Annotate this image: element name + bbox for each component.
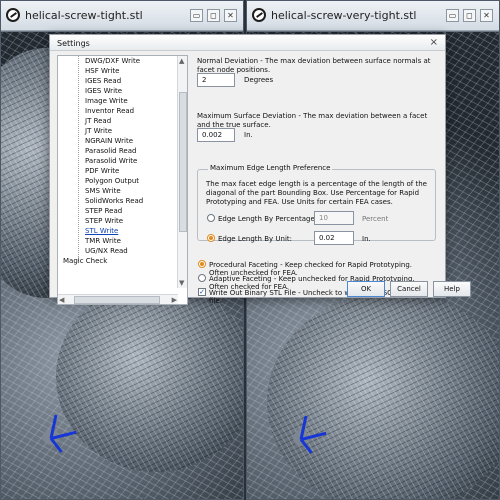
edge-length-description: The max facet edge length is a percentag…: [206, 180, 427, 206]
ok-button[interactable]: OK: [347, 281, 385, 297]
scroll-down-icon[interactable]: ▼: [179, 279, 184, 287]
edge-length-unit-unit: In.: [362, 235, 371, 243]
tree-item-pdf-write[interactable]: PDF Write: [85, 166, 119, 176]
tree-horizontal-scroll-thumb[interactable]: [74, 296, 160, 304]
edge-length-percentage-radio[interactable]: [207, 214, 215, 222]
stl-settings-panel: Normal Deviation - The max deviation bet…: [192, 55, 436, 305]
tree-item-ug-nx-read[interactable]: UG/NX Read: [85, 246, 128, 256]
edge-length-unit-label: Edge Length By Unit:: [218, 235, 292, 243]
edge-length-unit-radio[interactable]: [207, 234, 215, 242]
tree-item-tmr-write[interactable]: TMR Write: [85, 236, 121, 246]
tree-item-ngrain-write[interactable]: NGRAIN Write: [85, 136, 133, 146]
adaptive-faceting-radio[interactable]: [198, 274, 206, 282]
normal-deviation-unit: Degrees: [244, 76, 274, 84]
edge-length-percentage-unit: Percent: [362, 215, 389, 223]
binary-stl-checkbox[interactable]: ✓: [198, 288, 206, 296]
dialog-button-row: OK Cancel Help: [347, 281, 471, 299]
settings-dialog[interactable]: Settings × DWG/DXF Write HSF Write IGES …: [49, 34, 471, 305]
normal-deviation-input[interactable]: 2: [197, 73, 235, 87]
scroll-left-icon[interactable]: ◀: [59, 296, 64, 304]
surface-deviation-input[interactable]: 0.002: [197, 128, 235, 142]
app-logo-icon: [6, 8, 20, 22]
tree-item-jt-write[interactable]: JT Write: [85, 126, 112, 136]
help-button[interactable]: Help: [433, 281, 471, 297]
tree-item-dwg-dxf-write[interactable]: DWG/DXF Write: [85, 56, 140, 66]
tree-item-step-write[interactable]: STEP Write: [85, 216, 123, 226]
tree-vertical-scroll-thumb[interactable]: [179, 92, 187, 232]
minimize-button-right[interactable]: ▭: [446, 9, 459, 22]
screw-mesh-model: [267, 292, 499, 499]
restore-button-right[interactable]: ◻: [463, 9, 476, 22]
tree-horizontal-scrollbar[interactable]: ◀ ▶: [58, 294, 178, 304]
tree-connector: [78, 56, 79, 261]
screw-mesh-model-lower: [56, 282, 243, 472]
axis-triad-right: [289, 415, 329, 456]
app-logo-icon: [252, 8, 266, 22]
edge-length-group-title: Maximum Edge Length Preference: [208, 164, 333, 172]
edge-length-percentage-label: Edge Length By Percentage:: [218, 215, 318, 223]
restore-button-left[interactable]: ◻: [207, 9, 220, 22]
tree-item-inventor-read[interactable]: Inventor Read: [85, 106, 134, 116]
close-button-left[interactable]: ✕: [224, 9, 237, 22]
window-title-bar-right[interactable]: helical-screw-very-tight.stl ▭ ◻ ✕: [247, 1, 499, 31]
window-title-left: helical-screw-tight.stl: [25, 9, 143, 22]
axis-triad-left: [39, 414, 79, 455]
edge-length-unit-input[interactable]: 0.02: [314, 231, 354, 245]
tree-item-sms-write[interactable]: SMS Write: [85, 186, 121, 196]
cancel-button[interactable]: Cancel: [390, 281, 428, 297]
window-title-bar-left[interactable]: helical-screw-tight.stl ▭ ◻ ✕: [1, 1, 243, 31]
tree-item-stl-write[interactable]: STL Write: [85, 226, 118, 236]
tree-item-parasolid-read[interactable]: Parasolid Read: [85, 146, 136, 156]
procedural-faceting-radio[interactable]: [198, 260, 206, 268]
dialog-title: Settings: [57, 39, 90, 48]
tree-item-step-read[interactable]: STEP Read: [85, 206, 122, 216]
surface-deviation-unit: In.: [244, 131, 253, 139]
tree-item-iges-write[interactable]: IGES Write: [85, 86, 122, 96]
minimize-button-left[interactable]: ▭: [190, 9, 203, 22]
tree-item-image-write[interactable]: Image Write: [85, 96, 128, 106]
close-button-right[interactable]: ✕: [480, 9, 493, 22]
tree-item-jt-read[interactable]: JT Read: [85, 116, 111, 126]
scroll-right-icon[interactable]: ▶: [172, 296, 177, 304]
edge-length-group: Maximum Edge Length Preference The max f…: [197, 164, 436, 245]
scroll-up-icon[interactable]: ▲: [179, 57, 184, 65]
tree-vertical-scrollbar[interactable]: ▲ ▼: [177, 56, 187, 288]
dialog-close-icon[interactable]: ×: [430, 37, 438, 48]
tree-item-polygon-output[interactable]: Polygon Output: [85, 176, 139, 186]
window-title-right: helical-screw-very-tight.stl: [271, 9, 417, 22]
tree-item-solidworks-read[interactable]: SolidWorks Read: [85, 196, 143, 206]
dialog-title-bar[interactable]: Settings ×: [50, 35, 445, 51]
tree-item-magic-check[interactable]: Magic Check: [63, 256, 107, 266]
tree-item-parasolid-write[interactable]: Parasolid Write: [85, 156, 137, 166]
tree-item-hsf-write[interactable]: HSF Write: [85, 66, 119, 76]
edge-length-percentage-input[interactable]: 10: [314, 211, 354, 225]
settings-tree[interactable]: DWG/DXF Write HSF Write IGES Read IGES W…: [57, 55, 188, 305]
tree-item-iges-read[interactable]: IGES Read: [85, 76, 121, 86]
